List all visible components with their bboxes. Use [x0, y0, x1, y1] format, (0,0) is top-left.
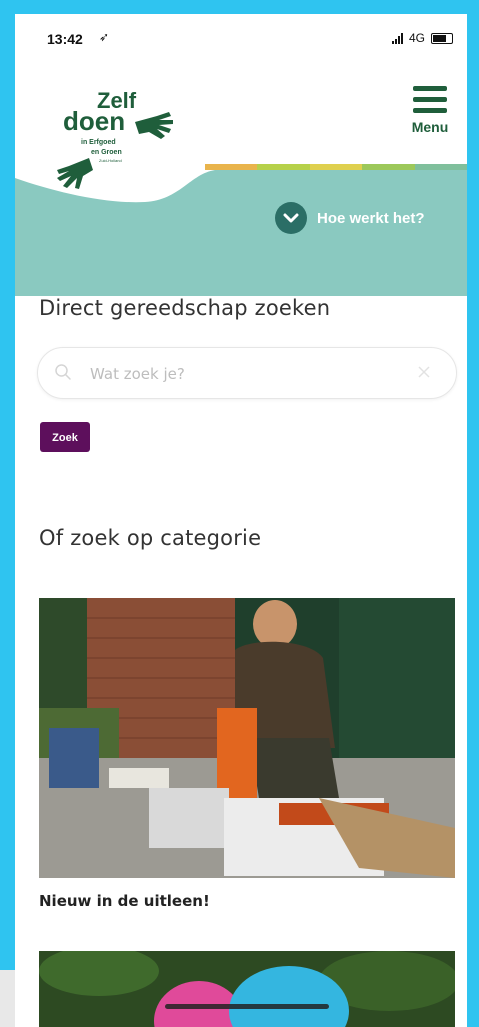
search-box [37, 347, 457, 399]
tools-photo [39, 598, 455, 878]
network-label: 4G [408, 31, 425, 45]
search-button[interactable]: Zoek [40, 422, 90, 452]
logo-subtitle-3: Zuid-Holland [99, 158, 122, 163]
search-icon [55, 364, 71, 380]
helmet-photo [39, 951, 455, 1027]
search-input[interactable] [88, 362, 392, 386]
how-it-works-button[interactable]: Hoe werkt het? [275, 202, 425, 234]
screenshot-frame-top [0, 0, 479, 14]
hand-icon-right [135, 112, 173, 139]
category-section-title: Of zoek op categorie [39, 526, 262, 550]
category-card-image-2 [39, 951, 455, 1027]
status-indicators: 4G [391, 31, 453, 45]
home-indicator [165, 1004, 329, 1009]
status-bar: 13:42 ➶ 4G [15, 14, 467, 60]
category-card-2[interactable] [39, 951, 455, 1027]
site-logo[interactable]: Zelf doen in Erfgoed en Groen Zuid-Holla… [49, 78, 189, 198]
menu-button[interactable]: Menu [405, 86, 455, 135]
category-card-title: Nieuw in de uitleen! [39, 892, 210, 910]
hamburger-icon [405, 86, 455, 113]
how-it-works-label: Hoe werkt het? [317, 209, 425, 227]
hand-icon-left [57, 158, 93, 189]
chevron-down-icon [275, 202, 307, 234]
category-card-image [39, 598, 455, 878]
site-header: Zelf doen in Erfgoed en Groen Zuid-Holla… [15, 60, 467, 296]
location-arrow-icon: ➶ [99, 30, 110, 44]
screenshot-frame-right [467, 0, 479, 1027]
phone-screen: 13:42 ➶ 4G Zelf doen in Erfgoed en Groen… [15, 14, 467, 1027]
screenshot-frame-left [0, 0, 15, 1027]
search-section-title: Direct gereedschap zoeken [39, 296, 331, 320]
color-stripe [205, 164, 467, 170]
logo-subtitle-1: in Erfgoed [81, 139, 116, 146]
battery-icon [431, 32, 453, 44]
logo-subtitle-2: en Groen [91, 149, 122, 156]
signal-icon [391, 32, 403, 44]
screenshot-frame-corner [0, 970, 15, 1027]
menu-label: Menu [411, 119, 449, 135]
close-icon[interactable] [416, 364, 432, 380]
category-card[interactable]: Nieuw in de uitleen! [39, 598, 455, 910]
logo-word-doen: doen [63, 106, 125, 136]
status-time: 13:42 [47, 31, 83, 47]
